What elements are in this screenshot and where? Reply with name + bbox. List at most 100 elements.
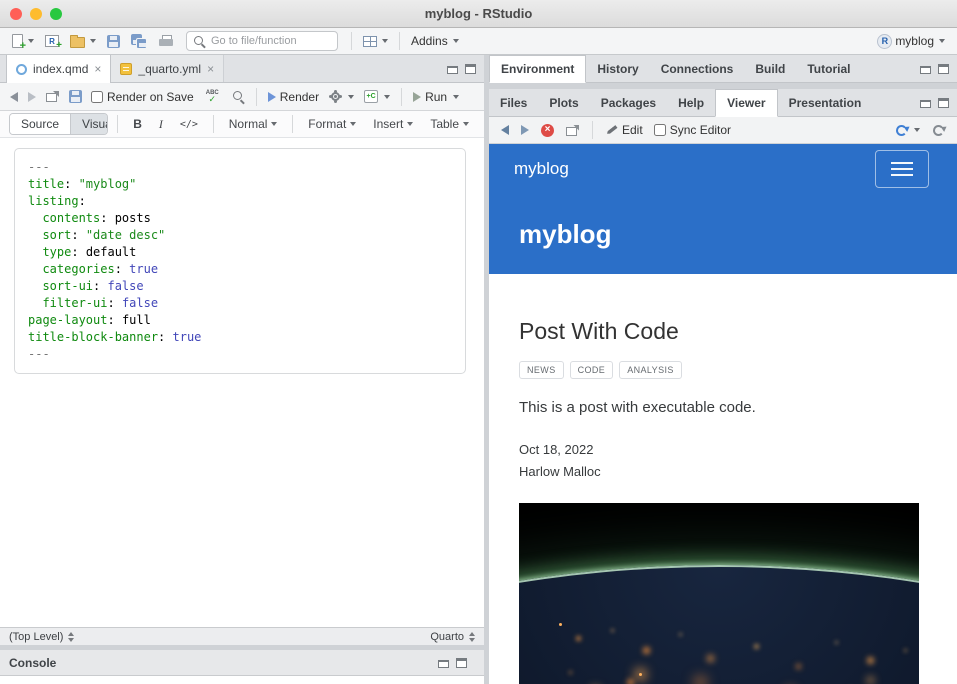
project-menu-button[interactable]: myblog (873, 32, 949, 51)
blog-navbar-title-link[interactable]: myblog (514, 159, 569, 179)
code-line[interactable]: --- (28, 346, 452, 363)
tab-help[interactable]: Help (667, 89, 715, 116)
tab-index-qmd[interactable]: index.qmd (6, 55, 111, 83)
new-document-icon (12, 34, 23, 48)
goto-file-input[interactable] (211, 35, 331, 47)
italic-button[interactable]: I (153, 115, 169, 134)
render-options-button[interactable] (326, 88, 357, 105)
addins-menu-button[interactable]: Addins (407, 32, 463, 50)
chevron-down-icon (382, 39, 388, 43)
viewer-forward-button[interactable] (518, 123, 532, 137)
viewer-edit-button[interactable]: Edit (603, 121, 646, 139)
tab-tutorial[interactable]: Tutorial (796, 55, 861, 82)
open-in-new-window-button[interactable] (43, 89, 62, 104)
yaml-code-block[interactable]: ---title: "myblog"listing: contents: pos… (14, 148, 466, 374)
chevron-down-icon (384, 95, 390, 99)
console-title: Console (9, 656, 56, 670)
paragraph-style-dropdown[interactable]: Normal (223, 115, 284, 133)
viewer-refresh-button[interactable] (929, 122, 948, 139)
editor-area[interactable]: ---title: "myblog"listing: contents: pos… (0, 138, 484, 627)
code-format-button[interactable]: </> (174, 117, 204, 132)
source-mode-button[interactable]: Source (10, 114, 70, 134)
tab-quarto-yml[interactable]: _quarto.yml (111, 55, 224, 82)
tab-history[interactable]: History (586, 55, 649, 82)
new-file-button[interactable] (8, 32, 38, 50)
tab-environment[interactable]: Environment (489, 55, 586, 83)
editor-status-bar: (Top Level) Quarto (0, 627, 484, 645)
print-button[interactable] (155, 33, 177, 49)
blog-navbar: myblog (489, 144, 957, 194)
tab-presentation[interactable]: Presentation (778, 89, 873, 116)
bold-button[interactable]: B (127, 115, 148, 133)
viewer-back-button[interactable] (498, 123, 512, 137)
source-forward-button[interactable] (25, 90, 39, 104)
viewer-popout-button[interactable] (563, 123, 582, 138)
sync-editor-checkbox[interactable] (654, 124, 666, 136)
category-badge-code[interactable]: CODE (570, 361, 614, 379)
tab-files[interactable]: Files (489, 89, 538, 116)
code-line[interactable]: sort-ui: false (28, 278, 452, 295)
insert-chunk-button[interactable] (361, 88, 393, 105)
minimize-pane-button[interactable] (438, 658, 449, 668)
run-button[interactable]: Run (410, 88, 462, 106)
table-menu[interactable]: Table (424, 115, 475, 133)
code-line[interactable]: contents: posts (28, 210, 452, 227)
language-mode-selector[interactable]: Quarto (430, 631, 475, 643)
zoom-window-button[interactable] (50, 8, 62, 20)
close-window-button[interactable] (10, 8, 22, 20)
maximize-pane-button[interactable] (938, 98, 949, 108)
category-badge-news[interactable]: NEWS (519, 361, 564, 379)
minimize-pane-button[interactable] (920, 64, 931, 74)
viewer-sync-button[interactable] (892, 122, 923, 139)
tab-plots[interactable]: Plots (538, 89, 589, 116)
hamburger-menu-button[interactable] (875, 150, 929, 188)
close-tab-icon[interactable] (94, 63, 101, 75)
pane-layout-button[interactable] (359, 34, 392, 49)
save-button[interactable] (103, 33, 124, 50)
tab-connections[interactable]: Connections (650, 55, 745, 82)
toolbar-separator (592, 121, 593, 139)
category-badge-analysis[interactable]: ANALYSIS (619, 361, 682, 379)
viewer-stop-button[interactable] (538, 122, 557, 139)
render-on-save-checkbox[interactable] (91, 91, 103, 103)
code-line[interactable]: --- (28, 159, 452, 176)
minimize-window-button[interactable] (30, 8, 42, 20)
minimize-pane-button[interactable] (447, 64, 458, 74)
find-replace-button[interactable] (229, 88, 248, 105)
code-line[interactable]: title: "myblog" (28, 176, 452, 193)
spellcheck-button[interactable] (200, 88, 225, 106)
scope-selector[interactable]: (Top Level) (9, 631, 74, 643)
close-tab-icon[interactable] (207, 63, 214, 75)
maximize-pane-button[interactable] (456, 658, 467, 668)
addins-label: Addins (411, 34, 448, 48)
save-document-button[interactable] (66, 88, 85, 105)
tab-viewer[interactable]: Viewer (715, 89, 777, 117)
source-back-button[interactable] (7, 90, 21, 104)
maximize-pane-button[interactable] (465, 64, 476, 74)
insert-menu[interactable]: Insert (367, 115, 419, 133)
minimize-pane-button[interactable] (920, 98, 931, 108)
chevron-down-icon (453, 39, 459, 43)
new-project-button[interactable] (41, 33, 63, 49)
format-menu[interactable]: Format (302, 115, 362, 133)
render-button[interactable]: Render (265, 88, 322, 106)
chevron-down-icon (271, 122, 277, 126)
project-name: myblog (895, 34, 934, 48)
tab-build[interactable]: Build (744, 55, 796, 82)
code-line[interactable]: filter-ui: false (28, 295, 452, 312)
toolbar-separator (399, 32, 400, 50)
save-all-button[interactable] (127, 32, 152, 51)
console-header[interactable]: Console (0, 650, 484, 676)
code-line[interactable]: type: default (28, 244, 452, 261)
code-line[interactable]: listing: (28, 193, 452, 210)
code-line[interactable]: title-block-banner: true (28, 329, 452, 346)
code-line[interactable]: sort: "date desc" (28, 227, 452, 244)
code-line[interactable]: categories: true (28, 261, 452, 278)
visual-mode-button[interactable]: Visual (70, 114, 108, 134)
tab-packages[interactable]: Packages (590, 89, 667, 116)
chevron-down-icon (90, 39, 96, 43)
console-body[interactable] (0, 676, 484, 684)
open-file-button[interactable] (66, 33, 100, 50)
code-line[interactable]: page-layout: full (28, 312, 452, 329)
maximize-pane-button[interactable] (938, 64, 949, 74)
